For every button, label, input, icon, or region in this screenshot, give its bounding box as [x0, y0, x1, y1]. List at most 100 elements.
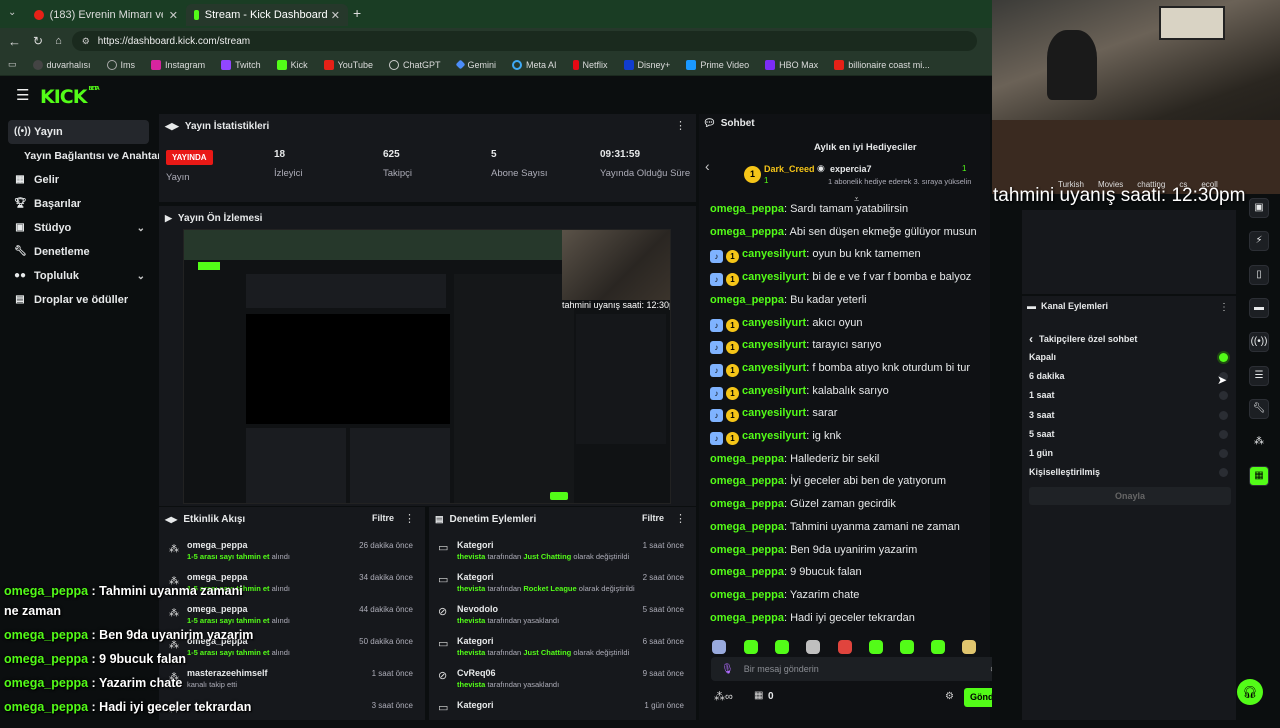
emote-icon[interactable]: [775, 640, 789, 654]
chat-message[interactable]: ♪ 1 canyesilyurt: ig knk: [710, 430, 841, 445]
browser-tab-kick[interactable]: Stream - Kick Dashboard ✕: [186, 4, 348, 26]
chat-username[interactable]: canyesilyurt: [742, 339, 806, 351]
emote-icon[interactable]: [838, 640, 852, 654]
moderation-row[interactable]: ⊘ CvReq06 thevista tarafından yasaklandı 9…: [429, 666, 696, 696]
follower-duration-option[interactable]: 1 gün: [1029, 446, 1234, 462]
tab-list-chevron-icon[interactable]: ⌄: [8, 7, 16, 18]
moderation-row[interactable]: ▭ Kategori thevista tarafından Just Chatti…: [429, 634, 696, 664]
bookmark-item[interactable]: HBO Max: [759, 59, 824, 70]
filter-button[interactable]: Filtre: [372, 513, 394, 523]
emote-icon[interactable]: [962, 640, 976, 654]
chat-username[interactable]: omega_peppa: [710, 294, 784, 306]
chat-message[interactable]: omega_peppa: İyi geceler abi ben de yatı…: [710, 475, 946, 487]
radio-button[interactable]: [1219, 410, 1228, 420]
follower-duration-option[interactable]: 1 saat: [1029, 388, 1234, 404]
sidebar-item-yayin[interactable]: ((•)) Yayın: [8, 120, 149, 144]
bookmark-item[interactable]: Kick: [271, 59, 314, 70]
moderation-row[interactable]: ▭ Kategori 1 gün önce: [429, 698, 696, 728]
chat-username[interactable]: omega_peppa: [710, 203, 784, 215]
emote-icon[interactable]: [744, 640, 758, 654]
chat-message[interactable]: omega_peppa: Bu kadar yeterli: [710, 294, 867, 306]
sidebar-item-stream-key[interactable]: Yayın Bağlantısı ve Anahtarı: [18, 144, 164, 168]
close-tab-icon[interactable]: ✕: [331, 9, 340, 22]
follower-duration-option[interactable]: 6 dakika: [1029, 369, 1234, 385]
infinity-icon[interactable]: ⁂∞: [714, 690, 733, 703]
chat-message[interactable]: omega_peppa: Abi sen düşen ekmeğe gülüyo…: [710, 226, 977, 238]
bookmark-item[interactable]: Netflix: [567, 59, 614, 70]
follower-only-back[interactable]: ‹ Takipçilere özel sohbet: [1029, 332, 1137, 346]
chat-username[interactable]: omega_peppa: [710, 544, 784, 556]
filter-button[interactable]: Filtre: [642, 513, 664, 523]
radio-button[interactable]: [1219, 391, 1228, 401]
more-options-icon[interactable]: ⋮: [404, 512, 415, 525]
emote-icon[interactable]: [806, 640, 820, 654]
chat-message[interactable]: ♪ 1 canyesilyurt: bi de e ve f var f bomba…: [710, 271, 971, 287]
chat-message[interactable]: omega_peppa: 9 9bucuk falan: [710, 566, 862, 578]
sidebar-item-studyo[interactable]: ▣ Stüdyo ⌄: [8, 216, 149, 240]
new-tab-icon[interactable]: +: [353, 5, 361, 21]
bookmark-item[interactable]: YouTube: [318, 59, 379, 70]
home-icon[interactable]: ⌂: [55, 35, 62, 47]
browser-tab-youtube[interactable]: (183) Evrenin Mimarı ve Kuantum ... ✕: [26, 4, 186, 26]
url-field[interactable]: ⚙ https://dashboard.kick.com/stream: [71, 31, 977, 51]
chat-username[interactable]: canyesilyurt: [742, 317, 806, 329]
bookmark-item[interactable]: duvarhalısı: [27, 59, 97, 70]
bookmark-item[interactable]: Ims: [101, 59, 142, 70]
moderation-row[interactable]: ▭ Kategori thevista tarafından Rocket Leag…: [429, 570, 696, 600]
emote-icon[interactable]: [900, 640, 914, 654]
chat-username[interactable]: omega_peppa: [710, 475, 784, 487]
kick-logo[interactable]: KICK BETA: [40, 86, 100, 108]
bookmark-item[interactable]: Gemini: [451, 60, 503, 70]
moderation-row[interactable]: ▭ Kategori thevista tarafından Just Chatti…: [429, 538, 696, 568]
moderation-row[interactable]: ⊘ Nevodolo thevista tarafından yasaklandı …: [429, 602, 696, 632]
close-tab-icon[interactable]: ✕: [169, 9, 178, 22]
bookmark-item[interactable]: Disney+: [618, 59, 677, 70]
chat-username[interactable]: canyesilyurt: [742, 407, 806, 419]
chat-message[interactable]: omega_peppa: Ben 9da uyanirim yazarim: [710, 544, 917, 556]
sidebar-item-topluluk[interactable]: ●● Topluluk ⌄: [8, 264, 149, 288]
back-icon[interactable]: ←: [8, 34, 21, 49]
chat-message[interactable]: omega_peppa: Tahmini uyanma zamani ne za…: [710, 521, 960, 533]
chat-message[interactable]: omega_peppa: Yazarim chate: [710, 589, 859, 601]
sidebar-item-droplar[interactable]: ▤ Droplar ve ödüller: [8, 288, 149, 312]
chat-tool-icon[interactable]: ▬: [1249, 298, 1269, 318]
chat-username[interactable]: canyesilyurt: [742, 430, 806, 442]
bookmark-item[interactable]: billionaire coast mi...: [828, 59, 936, 70]
chat-message[interactable]: omega_peppa: Sardı tamam yatabilirsin: [710, 203, 908, 215]
radio-button[interactable]: [1219, 353, 1228, 362]
chat-username[interactable]: omega_peppa: [710, 453, 784, 465]
follower-duration-option[interactable]: 3 saat: [1029, 408, 1234, 424]
group-icon[interactable]: ⁂: [1249, 433, 1269, 453]
wrench-tool-icon[interactable]: 🔧︎: [1249, 399, 1269, 419]
document-icon[interactable]: ▯: [1249, 265, 1269, 285]
sidebar-item-gelir[interactable]: ▦ Gelir: [8, 168, 149, 192]
top-gifter-name[interactable]: Dark_Creed: [764, 164, 815, 174]
kick-tool-icon[interactable]: ▦: [1249, 466, 1269, 486]
emote-icon[interactable]: [869, 640, 883, 654]
bookmark-item[interactable]: Twitch: [215, 59, 267, 70]
more-options-icon[interactable]: ⋮: [675, 512, 686, 525]
chat-username[interactable]: canyesilyurt: [742, 362, 806, 374]
chat-message[interactable]: omega_peppa: Güzel zaman gecirdik: [710, 498, 896, 510]
radio-button[interactable]: [1219, 449, 1228, 458]
help-button[interactable]: 🎧︎: [1237, 679, 1263, 705]
bookmark-item[interactable]: Meta AI: [506, 59, 563, 70]
chat-message[interactable]: ♪ 1 canyesilyurt: akıcı oyun: [710, 317, 862, 332]
layout-icon[interactable]: ☰: [1249, 366, 1269, 386]
microphone-icon[interactable]: 🎙︎: [721, 664, 734, 675]
more-options-icon[interactable]: ⋮: [675, 119, 686, 132]
emote-icon[interactable]: [712, 640, 726, 654]
follower-duration-option[interactable]: Kapalı: [1029, 350, 1234, 366]
bookmark-item[interactable]: Instagram: [145, 59, 211, 70]
chat-message[interactable]: ♪ 1 canyesilyurt: tarayıcı sarıyo: [710, 339, 881, 355]
bookmark-item[interactable]: ChatGPT: [383, 59, 447, 70]
emote-icon[interactable]: [931, 640, 945, 654]
more-options-icon[interactable]: ⋮: [1219, 302, 1229, 313]
site-info-icon[interactable]: ⚙: [82, 36, 90, 47]
hamburger-menu-icon[interactable]: ☰: [16, 86, 29, 104]
radio-button[interactable]: [1219, 468, 1228, 478]
confirm-button[interactable]: Onayla: [1029, 487, 1231, 505]
chat-message[interactable]: omega_peppa: Hallederiz bir sekil: [710, 453, 879, 465]
sidebar-item-denetleme[interactable]: 🔧︎ Denetleme: [8, 240, 149, 264]
follower-duration-option[interactable]: 5 saat: [1029, 427, 1234, 443]
